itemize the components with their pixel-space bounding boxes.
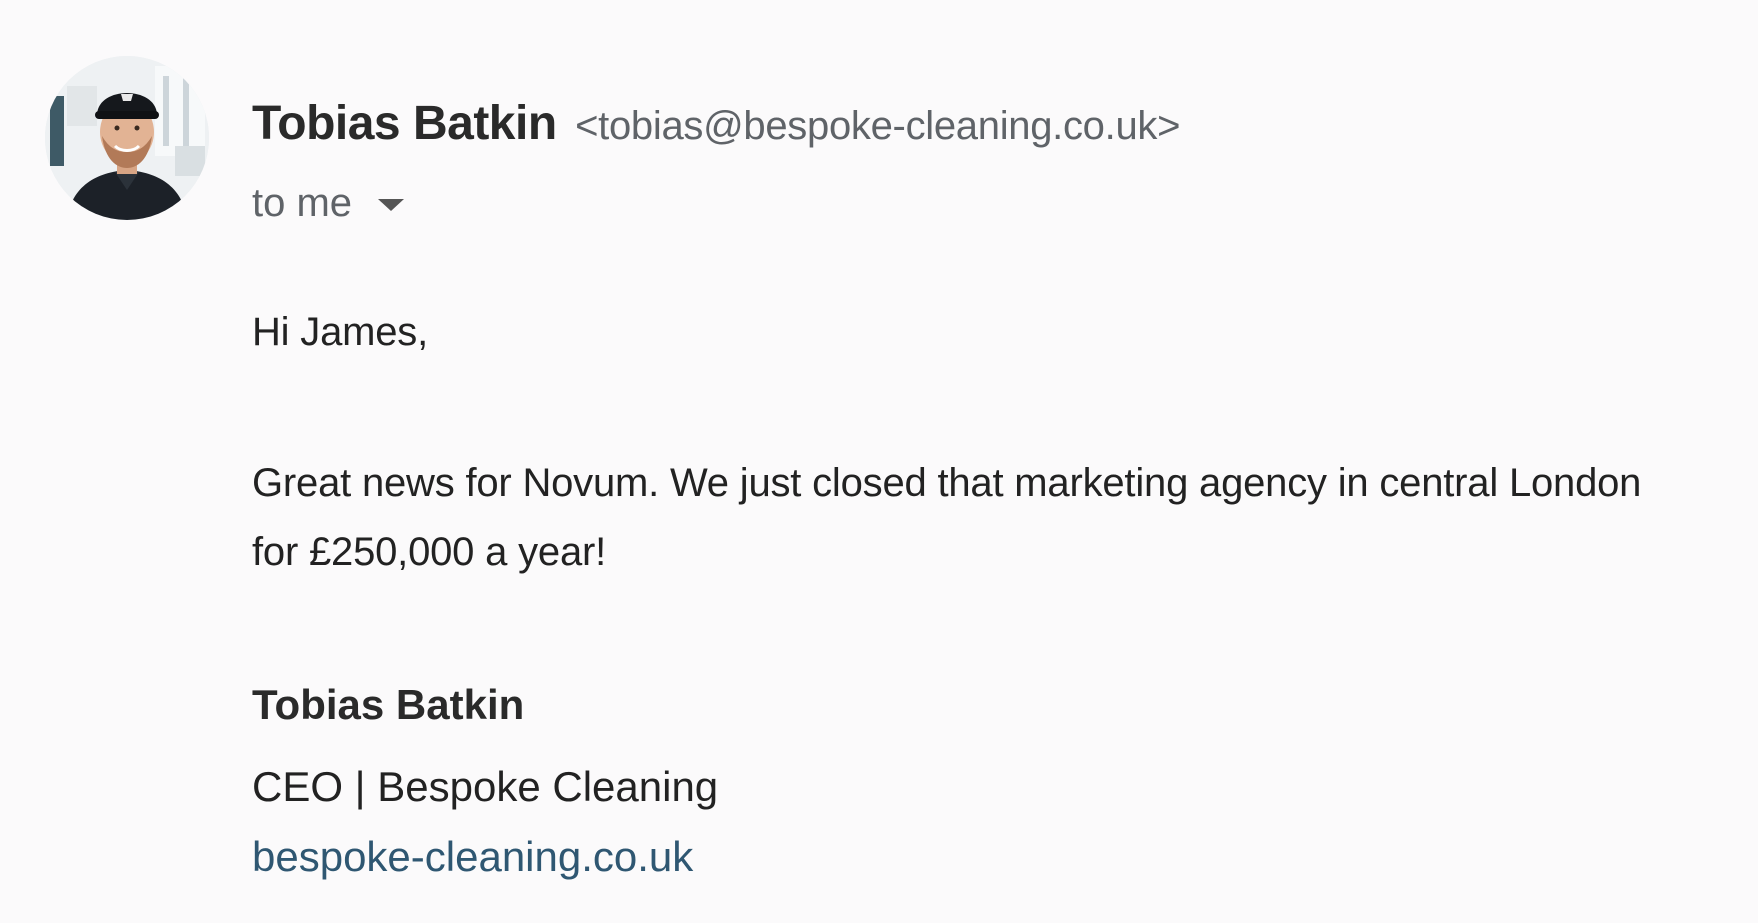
email-message: Tobias Batkin <tobias@bespoke-cleaning.c… <box>0 0 1758 923</box>
message-greeting: Hi James, <box>252 310 429 354</box>
recipients-toggle[interactable]: to me <box>252 181 405 225</box>
signature-name: Tobias Batkin <box>252 681 525 728</box>
sender-avatar[interactable] <box>45 56 209 220</box>
sender-name[interactable]: Tobias Batkin <box>252 97 557 150</box>
recipients-label: to me <box>252 181 353 225</box>
signature-title: CEO | Bespoke Cleaning <box>252 763 719 810</box>
avatar-photo <box>45 56 209 220</box>
signature-website-link[interactable]: bespoke-cleaning.co.uk <box>252 832 693 882</box>
chevron-down-icon[interactable] <box>378 199 405 211</box>
sender-email: <tobias@bespoke-cleaning.co.uk> <box>575 104 1181 148</box>
sender-header: Tobias Batkin <tobias@bespoke-cleaning.c… <box>252 100 1180 148</box>
message-body: Great news for Novum. We just closed tha… <box>252 461 1642 574</box>
